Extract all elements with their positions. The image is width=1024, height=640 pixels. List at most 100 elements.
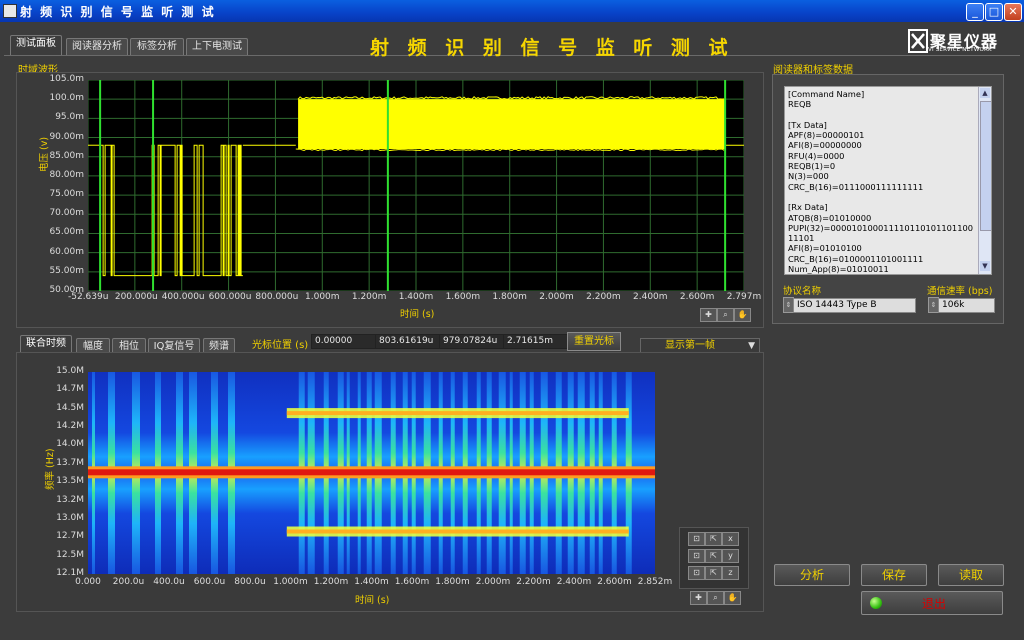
page-title: 射 频 识 别 信 号 监 听 测 试 — [370, 37, 734, 59]
window-title-bar: 射 频 识 别 信 号 监 听 测 试 _ □ ✕ — [0, 0, 1024, 22]
x-tick-label: 800.000u — [255, 292, 299, 302]
logo-subtitle: VI SERVICE NETWORK — [928, 47, 992, 53]
spectrogram-plot[interactable] — [88, 372, 655, 574]
x-tick-label: 400.0u — [153, 577, 185, 587]
carrier-core — [88, 469, 655, 476]
x-tick-label: 1.200m — [351, 292, 387, 302]
x-format-icon[interactable]: x — [722, 532, 739, 546]
x-tick-label: 200.0u — [112, 577, 145, 587]
z-autoscale-icon[interactable]: ⇱ — [705, 566, 722, 580]
protocol-name-field[interactable]: ISO 14443 Type B — [793, 298, 916, 313]
protocol-text-line: ATQB(8)=01010000 — [788, 212, 872, 223]
x-tick-label: 600.000u — [208, 292, 252, 302]
reset-cursor-button[interactable]: 重置光标 — [567, 332, 621, 351]
x-tick-label: -52.639u — [68, 292, 109, 302]
y-tick-label: 14.5M — [56, 402, 84, 413]
x-tick-label: 1.600m — [445, 292, 481, 302]
y-tick-label: 90.00m — [49, 131, 84, 142]
x-autoscale-icon[interactable]: ⇱ — [705, 532, 722, 546]
time-domain-plot[interactable] — [88, 80, 744, 291]
y-tick-label: 14.0M — [56, 439, 84, 450]
x-tick-label: 1.000m — [305, 292, 340, 302]
magnify-icon[interactable]: ⌕ — [717, 308, 734, 322]
y-tick-label: 105.0m — [49, 74, 84, 84]
x-tick-label: 2.000m — [539, 292, 574, 302]
x-tick-label: 600.0u — [193, 577, 226, 587]
x-tick-label: 1.800m — [435, 577, 470, 587]
x-tick-label: 1.800m — [492, 292, 527, 302]
read-button[interactable]: 读取 — [938, 564, 1004, 586]
protocol-text-line: CRC_B(16)=0111000111111111 — [788, 181, 924, 192]
protocol-text-line: N(3)=000 — [788, 171, 829, 182]
cursor-position-label: 光标位置 (s) — [252, 340, 309, 351]
scroll-thumb[interactable] — [980, 101, 991, 231]
z-format-icon[interactable]: z — [722, 566, 739, 580]
cursor-value-4[interactable]: 2.71615m — [503, 334, 568, 349]
exit-label: 退出 — [922, 597, 947, 611]
y-tick-label: 14.7M — [56, 384, 84, 395]
analyze-button[interactable]: 分析 — [774, 564, 850, 586]
protocol-name-label: 协议名称 — [783, 286, 822, 297]
y-tick-label: 70.00m — [49, 208, 84, 219]
y-format-icon[interactable]: y — [722, 549, 739, 563]
frame-select-value: 显示第一帧 — [665, 340, 715, 351]
logo-mark-icon — [908, 29, 928, 53]
chevron-down-icon: ▼ — [748, 341, 755, 351]
cursor-value-3[interactable]: 979.07824u — [439, 334, 504, 349]
y-tick-label: 100.0m — [49, 93, 84, 104]
text-scrollbar[interactable]: ▲ ▼ — [978, 87, 991, 274]
lock-icon[interactable]: ⊡ — [688, 532, 705, 546]
save-button[interactable]: 保存 — [861, 564, 927, 586]
protocol-text-line — [788, 192, 977, 202]
cursor-value-2[interactable]: 803.61619u — [375, 334, 440, 349]
maximize-button[interactable]: □ — [985, 3, 1003, 21]
y-tick-label: 14.2M — [56, 421, 84, 432]
lock-icon-3[interactable]: ⊡ — [688, 566, 705, 580]
x-tick-label: 2.852m — [637, 577, 673, 587]
minimize-button[interactable]: _ — [966, 3, 984, 21]
sideband-core — [286, 529, 629, 534]
tab-test-panel[interactable]: 测试面板 — [10, 35, 62, 55]
x-tick-label: 2.400m — [633, 292, 668, 302]
tab-power-test[interactable]: 上下电测试 — [186, 38, 248, 55]
protocol-text-line: AFI(8)=01010100 — [788, 243, 862, 254]
tab-reader-analysis[interactable]: 阅读器分析 — [66, 38, 128, 55]
y-tick-label: 55.00m — [49, 265, 84, 276]
scroll-down-arrow-icon[interactable]: ▼ — [980, 261, 990, 271]
protocol-text-line: Num_App(8)=01010011 — [788, 264, 889, 275]
scroll-up-arrow-icon[interactable]: ▲ — [980, 88, 990, 98]
y-tick-label: 13.5M — [56, 476, 84, 487]
y-tick-label: 65.00m — [49, 227, 84, 238]
protocol-text-line: [Tx Data] — [788, 119, 827, 130]
x-tick-label: 2.600m — [679, 292, 715, 302]
lock-icon-2[interactable]: ⊡ — [688, 549, 705, 563]
protocol-text-line: APF(8)=00000101 — [788, 130, 865, 141]
y-autoscale-icon[interactable]: ⇱ — [705, 549, 722, 563]
y-tick-label: 80.00m — [49, 169, 84, 180]
close-button[interactable]: ✕ — [1004, 3, 1022, 21]
exit-button[interactable]: 退出 — [861, 591, 1003, 615]
x-tick-label: 2.200m — [586, 292, 621, 302]
x-tick-label: 1.400m — [398, 292, 434, 302]
protocol-text-box[interactable]: [Command Name] REQB [Tx Data] APF(8)=00000… — [784, 86, 992, 275]
cursor-value-1[interactable]: 0.00000 — [311, 334, 376, 349]
window-title: 射 频 识 别 信 号 监 听 测 试 — [20, 5, 216, 19]
y-tick-label: 15.0M — [56, 366, 84, 376]
protocol-text-line: CRC_B(16)=0100001101001111 — [788, 253, 924, 264]
status-led-icon — [870, 597, 882, 609]
pan-hand-icon-2[interactable]: ✋ — [724, 591, 741, 605]
protocol-text-line: AFI(8)=00000000 — [788, 140, 862, 151]
x-tick-label: 1.200m — [313, 577, 349, 587]
spec-chart-xlabel: 时间 (s) — [355, 595, 390, 606]
x-tick-label: 200.000u — [114, 292, 158, 302]
tab-tag-analysis[interactable]: 标签分析 — [130, 38, 184, 55]
y-tick-label: 12.5M — [56, 549, 84, 560]
protocol-text-line: REQB — [788, 99, 812, 110]
zoom-icon-2[interactable]: ✚ — [690, 591, 707, 605]
company-logo: 聚星仪器 VI SERVICE NETWORK — [906, 28, 1016, 56]
x-tick-label: 2.000m — [475, 577, 511, 587]
magnify-icon-2[interactable]: ⌕ — [707, 591, 724, 605]
pan-hand-icon[interactable]: ✋ — [734, 308, 751, 322]
zoom-icon[interactable]: ✚ — [700, 308, 717, 322]
rate-field[interactable]: 106k — [938, 298, 995, 313]
